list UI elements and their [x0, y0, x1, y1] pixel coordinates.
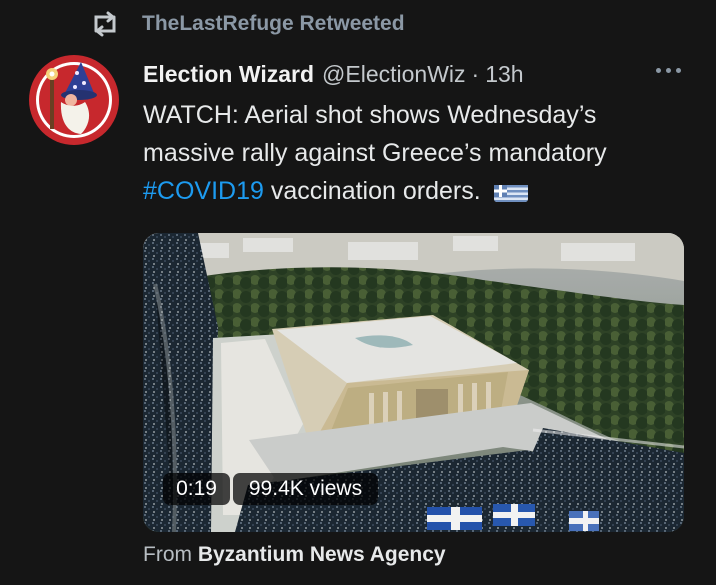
more-dot — [676, 68, 681, 73]
time-separator: · — [471, 60, 480, 87]
wizard-avatar-icon — [29, 55, 119, 145]
tweet-text-line-2: massive rally against Greece’s mandatory — [143, 139, 607, 167]
author-avatar[interactable] — [28, 54, 120, 146]
retweet-icon — [88, 11, 122, 37]
tweet-text-line-3: vaccination orders. — [263, 177, 488, 205]
tweet-text: WATCH: Aerial shot shows Wednesday’s mas… — [143, 96, 673, 210]
author-display-name[interactable]: Election Wizard — [143, 61, 314, 88]
tweet-time[interactable]: 13h — [485, 61, 523, 88]
retweet-context[interactable]: TheLastRefuge Retweeted — [88, 9, 405, 39]
media-source[interactable]: From Byzantium News Agency — [143, 543, 446, 567]
more-dot — [666, 68, 671, 73]
tweet-header: Election Wizard @ElectionWiz · 13h — [143, 58, 683, 90]
retweet-label[interactable]: TheLastRefuge Retweeted — [142, 12, 405, 36]
more-dots-icon[interactable] — [656, 68, 681, 73]
more-dot — [656, 68, 661, 73]
author-handle[interactable]: @ElectionWiz — [322, 61, 466, 88]
source-prefix: From — [143, 543, 198, 566]
greece-flag-icon — [493, 180, 528, 202]
video-duration-badge: 0:19 — [163, 473, 230, 505]
video-views-badge: 99.4K views — [233, 473, 378, 505]
tweet-text-line-1: WATCH: Aerial shot shows Wednesday’s — [143, 101, 597, 129]
source-name[interactable]: Byzantium News Agency — [198, 543, 446, 566]
covid19-hashtag[interactable]: #COVID19 — [143, 177, 264, 205]
